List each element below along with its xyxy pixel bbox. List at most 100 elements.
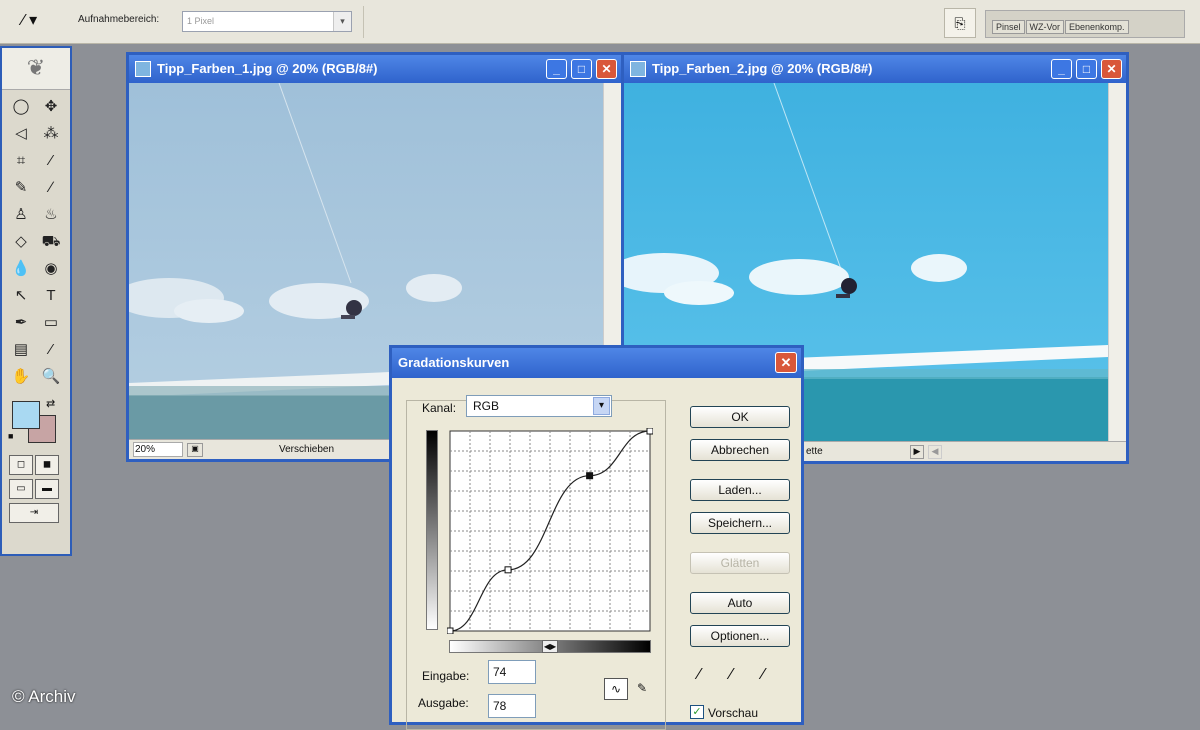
feather-logo-icon[interactable]: ❦ <box>2 48 70 90</box>
load-button[interactable]: Laden... <box>690 479 790 501</box>
copyright-credit: © Archiv <box>12 687 76 706</box>
tool-3-1-icon[interactable]: ∕ <box>38 175 64 202</box>
tool-5-0-icon[interactable]: ◇ <box>8 229 34 256</box>
ok-button[interactable]: OK <box>690 406 790 428</box>
tool-2-1-icon[interactable]: ⁄ <box>38 148 64 175</box>
window-2-titlebar[interactable]: Tipp_Farben_2.jpg @ 20% (RGB/8#) _ □ ✕ <box>624 55 1126 83</box>
separator <box>363 6 364 38</box>
channel-value: RGB <box>473 399 500 413</box>
input-gradient-bar[interactable]: ◀▶ <box>449 640 651 653</box>
status-text: ette <box>806 446 823 457</box>
curves-dialog[interactable]: Gradationskurven ✕ Kanal: RGB ▾ ◀▶ Eingabe… <box>389 345 804 730</box>
chevron-down-icon[interactable]: ▾ <box>333 12 351 31</box>
dialog-titlebar[interactable]: Gradationskurven ✕ <box>392 348 801 378</box>
tool-2-0-icon[interactable]: ⌗ <box>8 148 34 175</box>
close-button[interactable]: ✕ <box>1101 59 1122 79</box>
tool-8-1-icon[interactable]: ▭ <box>38 310 64 337</box>
curve-point[interactable] <box>646 428 653 435</box>
minimize-button[interactable]: _ <box>1051 59 1072 79</box>
default-colors-icon[interactable]: ■ <box>8 431 13 441</box>
vertical-scrollbar[interactable] <box>1108 83 1126 445</box>
maximize-button[interactable]: □ <box>571 59 592 79</box>
tool-9-1-icon[interactable]: ⁄ <box>38 337 64 364</box>
tool-1-1-icon[interactable]: ⁂ <box>38 121 64 148</box>
pencil-mode-icon[interactable]: ✎ <box>632 678 652 700</box>
tool-7-0-icon[interactable]: ↖ <box>8 283 34 310</box>
input-value-field[interactable]: 74 <box>488 660 536 684</box>
toolbox: ❦ ◯ ✥ ◁ ⁂ ⌗ ⁄ ✎ ∕ ♙ ♨ ◇ ⛟ 💧 ◉ ↖ T ✒ ▭ ▤ ⁄ ✋ 🔍 ⇄ ■ ◻ ◼ ▭ ▬ ⇥ <box>0 46 72 556</box>
dialog-title: Gradationskurven <box>398 355 510 370</box>
mode-buttons: ◻ ◼ ▭ ▬ ⇥ <box>2 451 70 527</box>
color-swatches: ⇄ ■ <box>2 395 70 451</box>
input-label: Eingabe: <box>422 669 470 683</box>
minimize-button[interactable]: _ <box>546 59 567 79</box>
window-2-title: Tipp_Farben_2.jpg @ 20% (RGB/8#) <box>652 61 873 76</box>
tool-3-0-icon[interactable]: ✎ <box>8 175 34 202</box>
gray-point-eyedropper-icon[interactable]: ⁄ <box>730 666 733 684</box>
curve-point[interactable] <box>504 566 512 574</box>
auto-button[interactable]: Auto <box>690 592 790 614</box>
standard-mode-icon[interactable]: ◻ <box>9 455 33 475</box>
black-point-eyedropper-icon[interactable]: ⁄ <box>698 666 701 684</box>
sample-size-select[interactable]: 1 Pixel ▾ <box>182 11 352 32</box>
tool-10-0-icon[interactable]: ✋ <box>8 364 34 391</box>
tool-9-0-icon[interactable]: ▤ <box>8 337 34 364</box>
tool-1-0-icon[interactable]: ◁ <box>8 121 34 148</box>
output-label: Ausgabe: <box>418 696 469 710</box>
foreground-color-swatch[interactable] <box>12 401 40 429</box>
statusbar-icon[interactable]: ▣ <box>187 443 203 457</box>
output-value-field[interactable]: 78 <box>488 694 536 718</box>
screen-mode-standard-icon[interactable]: ▭ <box>9 479 33 499</box>
output-gradient-bar <box>426 430 438 630</box>
palette-tab-layercomps[interactable]: Ebenenkomp. <box>1065 20 1129 34</box>
options-button[interactable]: Optionen... <box>690 625 790 647</box>
tool-4-0-icon[interactable]: ♙ <box>8 202 34 229</box>
zoom-field[interactable]: 20% <box>133 442 183 457</box>
channel-select[interactable]: RGB ▾ <box>466 395 612 417</box>
chevron-down-icon[interactable]: ▾ <box>593 397 610 415</box>
screen-mode-full-icon[interactable]: ▬ <box>35 479 59 499</box>
curve-point[interactable] <box>586 472 594 480</box>
save-button[interactable]: Speichern... <box>690 512 790 534</box>
tool-6-1-icon[interactable]: ◉ <box>38 256 64 283</box>
document-icon <box>135 61 151 77</box>
palette-well: Pinsel WZ-Vor Ebenenkomp. <box>985 10 1185 38</box>
quickmask-mode-icon[interactable]: ◼ <box>35 455 59 475</box>
tool-grid: ◯ ✥ ◁ ⁂ ⌗ ⁄ ✎ ∕ ♙ ♨ ◇ ⛟ 💧 ◉ ↖ T ✒ ▭ ▤ ⁄ ✋ 🔍 <box>2 90 70 395</box>
white-point-eyedropper-icon[interactable]: ⁄ <box>762 666 765 684</box>
jump-to-imageready-icon[interactable]: ⇥ <box>9 503 59 523</box>
tool-4-1-icon[interactable]: ♨ <box>38 202 64 229</box>
tool-0-1-icon[interactable]: ✥ <box>38 94 64 121</box>
sample-size-value: 1 Pixel <box>187 16 215 26</box>
close-button[interactable]: ✕ <box>596 59 617 79</box>
smooth-button[interactable]: Glätten <box>690 552 790 574</box>
tool-10-1-icon[interactable]: 🔍 <box>38 364 64 391</box>
tool-5-1-icon[interactable]: ⛟ <box>38 229 64 256</box>
channel-label: Kanal: <box>422 401 457 415</box>
tool-0-0-icon[interactable]: ◯ <box>8 94 34 121</box>
scroll-left-icon[interactable]: ◀ <box>928 445 942 459</box>
curve-mode-icon[interactable]: ∿ <box>604 678 628 700</box>
tool-8-0-icon[interactable]: ✒ <box>8 310 34 337</box>
curve-point[interactable] <box>447 627 454 634</box>
sample-size-label: Aufnahmebereich: <box>78 14 160 25</box>
palette-tab-presets[interactable]: WZ-Vor <box>1025 20 1065 34</box>
tool-7-1-icon[interactable]: T <box>38 283 64 310</box>
maximize-button[interactable]: □ <box>1076 59 1097 79</box>
palette-browser-icon[interactable]: ⎘ <box>944 8 976 38</box>
eyedropper-tool-preset-icon[interactable]: ⁄ ▾ <box>22 10 60 34</box>
curve-graph[interactable] <box>447 428 653 634</box>
palette-tab-brushes[interactable]: Pinsel <box>992 20 1025 34</box>
window-1-titlebar[interactable]: Tipp_Farben_1.jpg @ 20% (RGB/8#) _ □ ✕ <box>129 55 621 83</box>
status-arrow-icon[interactable]: ▶ <box>910 445 924 459</box>
swap-colors-icon[interactable]: ⇄ <box>46 397 55 410</box>
preview-checkbox[interactable]: ✓ <box>690 705 704 719</box>
close-button[interactable]: ✕ <box>775 352 797 373</box>
preview-label: Vorschau <box>708 706 759 720</box>
gradient-toggle-icon[interactable]: ◀▶ <box>542 640 558 653</box>
status-text: Verschieben <box>279 444 335 455</box>
cancel-button[interactable]: Abbrechen <box>690 439 790 461</box>
document-icon <box>630 61 646 77</box>
window-1-title: Tipp_Farben_1.jpg @ 20% (RGB/8#) <box>157 61 378 76</box>
tool-6-0-icon[interactable]: 💧 <box>8 256 34 283</box>
